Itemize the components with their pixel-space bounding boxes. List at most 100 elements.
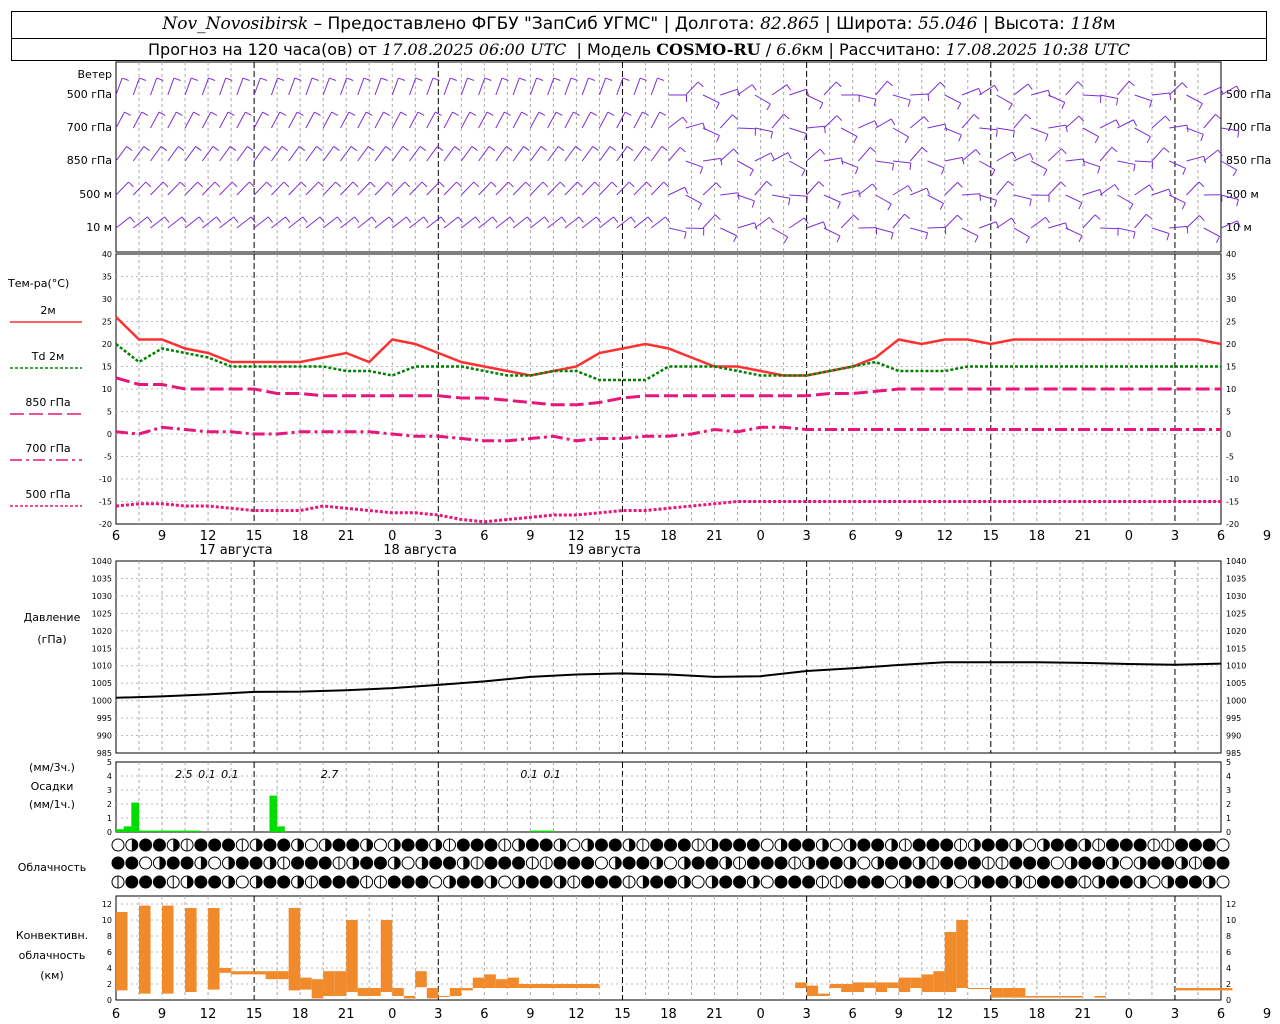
wind-barb [1134, 184, 1150, 196]
wind-barb-flag [733, 148, 739, 155]
precip-ytick-right: 2 [1226, 800, 1231, 809]
wind-barb [270, 77, 279, 96]
x-tick-label: 0 [388, 1007, 396, 1022]
convective-bar [265, 971, 278, 980]
wind-barb-flag [957, 102, 962, 110]
x-tick-label: 18 [660, 1007, 677, 1022]
wind-barb [288, 77, 296, 96]
cloud-symbol-half [1015, 876, 1022, 888]
wind-barb [443, 77, 451, 96]
wind-barb-flag [714, 214, 721, 220]
wind-barb-flag [766, 180, 773, 187]
cloud-symbol-half [159, 857, 166, 869]
convective-bar [887, 982, 899, 988]
wind-barb [529, 111, 540, 129]
cloud-symbol-full [305, 857, 318, 869]
conv-title-2: облачность [19, 949, 86, 962]
wind-barb [271, 216, 286, 229]
wind-barb [961, 149, 977, 162]
x-tick-label: 21 [338, 1007, 355, 1022]
wind-barb-flag [473, 181, 480, 188]
wind-barb-flag [886, 80, 893, 87]
wind-barb [1100, 94, 1118, 99]
precip-bar [269, 795, 278, 832]
cloud-symbol-half [822, 839, 829, 851]
wind-barb-flag [212, 146, 219, 151]
wind-barb-flag [907, 185, 913, 192]
wind-barb [1134, 213, 1147, 229]
cloud-symbol-half [560, 876, 566, 888]
convective-bar [334, 971, 347, 996]
wind-barb [1013, 227, 1030, 238]
convective-bar [1013, 988, 1026, 998]
wind-barb [1048, 94, 1065, 103]
wind-barb [460, 146, 473, 162]
wind-barb [495, 111, 505, 129]
wind-barb [322, 181, 337, 196]
wind-barb [495, 216, 511, 229]
wind-barb [1117, 80, 1130, 96]
convective-bar [311, 979, 324, 999]
wind-barb [512, 216, 528, 229]
wind-barb [1082, 214, 1096, 229]
wind-barb-flag [277, 77, 285, 81]
wind-barb-flag [371, 216, 377, 223]
x-tick-label: 15 [614, 529, 631, 544]
wind-barb [357, 111, 367, 129]
temp-title: Тем-ра(°C) [7, 277, 69, 290]
wind-barb-flag [348, 111, 356, 116]
convective-bar [990, 988, 1003, 998]
cloud-symbol-full [153, 876, 166, 888]
wind-barb-flag [1045, 216, 1051, 224]
press-ytick-left: 1030 [92, 592, 112, 601]
wind-barb-flag [198, 216, 204, 223]
x-tick-label: 12 [200, 529, 217, 544]
wind-barb [1048, 124, 1067, 129]
cloud-symbol-half [200, 857, 207, 869]
wind-barb [132, 216, 148, 229]
wind-barb-flag [139, 77, 147, 81]
conv-ytick-right: 8 [1226, 932, 1231, 941]
wind-barb [115, 77, 123, 96]
wind-barb-flag [1111, 146, 1118, 153]
wind-barb [1065, 227, 1083, 237]
wind-barb-flag [1008, 103, 1013, 111]
x-tick-label: 15 [246, 1007, 263, 1022]
wind-barb-flag [1078, 202, 1083, 210]
wind-barb [581, 181, 596, 196]
convective-bar [1197, 988, 1210, 991]
wind-barb-flag [1163, 147, 1170, 153]
wind-barb [132, 111, 143, 129]
temp-ytick-left: 30 [102, 295, 112, 304]
wind-barb-flag [836, 115, 843, 121]
pressure-unit: (гПа) [37, 633, 66, 646]
wind-barb-flag [592, 146, 599, 151]
cloud-symbol-full [940, 857, 953, 869]
convective-bar [979, 988, 991, 989]
convective-bar [1094, 996, 1106, 998]
cloud-symbol-full [333, 839, 345, 851]
wind-barb [391, 111, 402, 129]
cloud-symbol-full [526, 839, 539, 851]
cloud-symbol-half [297, 876, 304, 888]
wind-barb-flag [147, 216, 153, 223]
wind-barb-flag [1129, 203, 1134, 211]
wind-barb-flag [432, 77, 440, 81]
cloud-symbol-full [167, 857, 180, 869]
wind-barb-flag [454, 146, 461, 151]
wind-barb [530, 181, 544, 196]
cloud-symbol-full [125, 857, 138, 869]
cloud-symbol-full [1037, 876, 1050, 888]
wind-barb [288, 216, 304, 229]
cloud-symbol [208, 856, 222, 870]
wind-barb [132, 77, 140, 96]
wind-barb-flag [559, 181, 566, 188]
wind-barb-flag [173, 77, 181, 81]
cloud-symbol-half [187, 876, 194, 888]
wind-barb-flag [336, 216, 343, 223]
wind-barb-flag [854, 167, 859, 175]
wind-barb [322, 216, 338, 229]
wind-barb [288, 146, 300, 162]
wind-barb [772, 194, 790, 199]
wind-barb-flag [540, 146, 547, 151]
